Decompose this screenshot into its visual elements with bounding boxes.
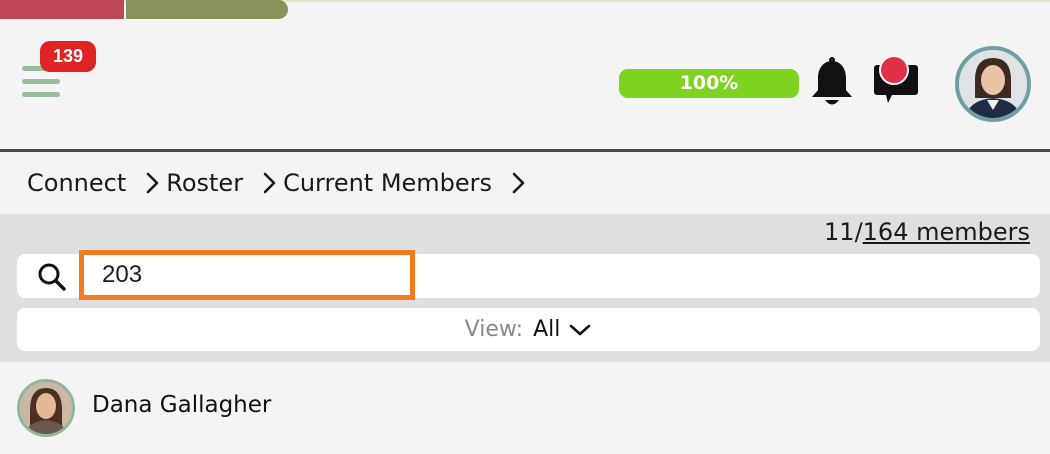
member-total-link[interactable]: 164 members bbox=[863, 218, 1030, 246]
view-filter-dropdown[interactable]: View: All bbox=[17, 308, 1040, 351]
member-avatar bbox=[17, 379, 75, 437]
chevron-down-icon bbox=[570, 324, 591, 335]
chevron-right-icon[interactable] bbox=[510, 170, 528, 196]
profile-completion-bar: 100% bbox=[619, 69, 799, 98]
view-filter-value: All bbox=[533, 317, 561, 342]
member-name: Dana Gallagher bbox=[92, 392, 272, 418]
member-count-shown: 11/ bbox=[824, 218, 863, 246]
chevron-right-icon bbox=[261, 170, 279, 196]
view-filter-label: View: bbox=[464, 317, 524, 342]
search-panel: 11/164 members View: All bbox=[0, 214, 1050, 362]
member-count: 11/164 members bbox=[824, 218, 1030, 246]
top-progress-strip bbox=[0, 0, 1050, 19]
breadcrumb-item-current-members[interactable]: Current Members bbox=[283, 169, 492, 197]
hamburger-icon-line-2 bbox=[22, 79, 60, 84]
progress-segment-1 bbox=[0, 0, 124, 19]
progress-segment-2 bbox=[126, 0, 288, 19]
breadcrumb: Connect Roster Current Members bbox=[0, 152, 1050, 214]
search-bar bbox=[17, 250, 1040, 300]
chat-icon[interactable] bbox=[870, 55, 922, 107]
search-icon[interactable] bbox=[37, 262, 67, 292]
hamburger-icon-line-3 bbox=[22, 92, 60, 97]
avatar[interactable] bbox=[955, 46, 1031, 122]
breadcrumb-item-roster[interactable]: Roster bbox=[166, 169, 243, 197]
member-list: Dana Gallagher bbox=[0, 362, 1050, 454]
chevron-right-icon bbox=[144, 170, 162, 196]
breadcrumb-item-connect[interactable]: Connect bbox=[27, 169, 126, 197]
notification-count-badge: 139 bbox=[40, 41, 96, 72]
list-item[interactable]: Dana Gallagher bbox=[0, 378, 1050, 438]
bell-icon[interactable] bbox=[808, 57, 856, 109]
app-header: 139 100% bbox=[0, 19, 1050, 149]
search-input[interactable] bbox=[79, 250, 415, 300]
